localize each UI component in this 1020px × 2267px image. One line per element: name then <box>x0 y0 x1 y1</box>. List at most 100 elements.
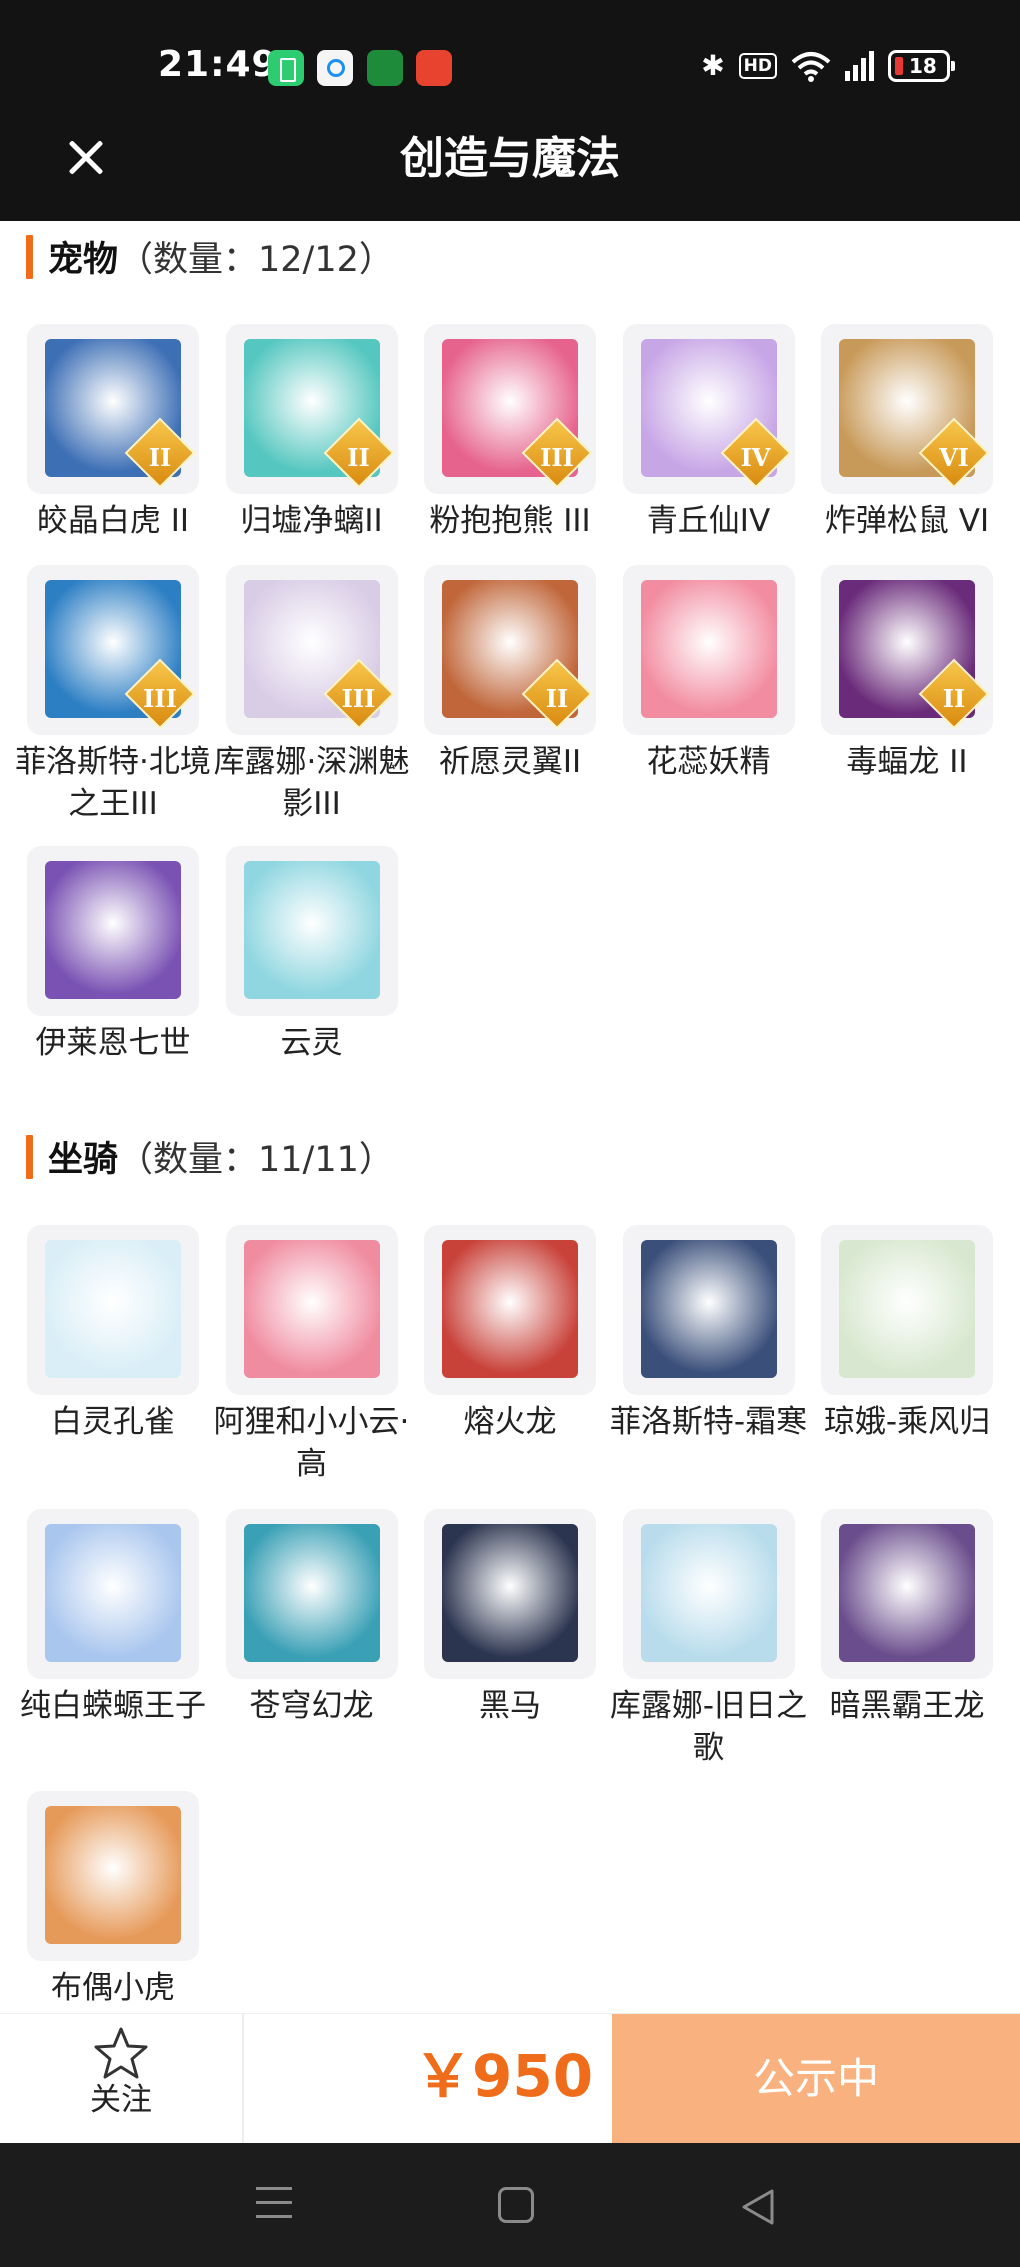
pets-count: （数量：12/12） <box>118 240 394 280</box>
mount-item[interactable]: 库露娜-旧日之歌 <box>610 1509 807 1769</box>
bluetooth-icon: ✱ <box>701 49 725 82</box>
hd-icon: HD <box>738 53 777 79</box>
rank-badge-text: II <box>347 443 370 472</box>
item-name: 熔火龙 <box>463 1404 557 1440</box>
mount-item[interactable]: 琼娥-乘风归 <box>821 1225 993 1443</box>
item-name: 阿狸和小小云·高 <box>213 1404 410 1482</box>
item-name: 炸弹松鼠 VI <box>824 503 990 539</box>
item-artwork <box>442 1240 578 1378</box>
item-artwork <box>640 580 777 718</box>
pets-section-title: 宠物 （数量：12/12） <box>26 231 394 282</box>
rank-badge-text: II <box>148 443 172 472</box>
system-nav-bar <box>0 2143 1020 2267</box>
item-artwork <box>243 861 380 999</box>
pet-item[interactable]: III 菲洛斯特·北境之王III <box>15 565 211 825</box>
pet-item[interactable]: III 库露娜·深渊魅影III <box>214 565 409 825</box>
item-name: 苍穹幻龙 <box>249 1688 374 1724</box>
pet-item[interactable]: IV 青丘仙IV <box>622 324 795 542</box>
item-artwork <box>45 1240 181 1378</box>
pet-item[interactable]: II 皎晶白虎 II <box>27 324 199 542</box>
item-thumbnail: II <box>821 565 993 735</box>
rank-badge-text: III <box>341 684 376 713</box>
pet-item[interactable]: II 归墟净螭II <box>225 324 398 542</box>
item-name: 琼娥-乘风归 <box>823 1404 991 1440</box>
mounts-title: 坐骑 <box>48 1140 119 1180</box>
oppo-app-icon <box>367 50 403 86</box>
rank-badge-text: IV <box>740 443 771 472</box>
item-name: 青丘仙IV <box>646 503 771 539</box>
mount-item[interactable]: 暗黑霸王龙 <box>821 1509 993 1727</box>
item-name: 皎晶白虎 II <box>36 503 190 539</box>
item-name: 白灵孔雀 <box>51 1404 175 1440</box>
news-app-icon <box>416 50 452 86</box>
item-thumbnail: II <box>424 565 596 735</box>
price: ￥950 <box>414 2042 594 2110</box>
mount-item[interactable]: 熔火龙 <box>424 1225 596 1443</box>
content-scroll[interactable]: 宠物 （数量：12/12） II 皎晶白虎 II II 归墟净螭II III 粉抱抱熊 I… <box>0 221 1020 2013</box>
item-name: 布偶小虎 <box>51 1970 175 2006</box>
battery-icon: 18 <box>888 50 955 82</box>
battery-level: 18 <box>909 54 937 78</box>
item-thumbnail <box>225 1225 398 1395</box>
item-thumbnail: III <box>424 324 596 494</box>
status-bar: 21:49 ✱ HD 18 <box>0 0 1020 115</box>
item-thumbnail: IV <box>622 324 795 494</box>
home-icon[interactable] <box>498 2187 534 2223</box>
back-icon[interactable] <box>740 2187 776 2227</box>
item-name: 毒蝠龙 II <box>846 744 968 780</box>
pet-item[interactable]: VI 炸弹松鼠 VI <box>821 324 993 542</box>
pets-title: 宠物 <box>48 240 119 280</box>
battery-app-icon <box>268 50 304 86</box>
item-artwork <box>442 1524 578 1662</box>
mount-item[interactable]: 白灵孔雀 <box>27 1225 199 1443</box>
item-thumbnail: III <box>27 565 199 735</box>
item-thumbnail <box>821 1225 993 1395</box>
item-name: 库露娜·深渊魅影III <box>213 744 410 822</box>
pet-item[interactable]: 伊莱恩七世 <box>27 846 199 1064</box>
pet-item[interactable]: III 粉抱抱熊 III <box>424 324 596 542</box>
search-app-icon <box>317 50 353 86</box>
follow-button[interactable]: 关注 <box>58 2026 184 2134</box>
mounts-section-title: 坐骑 （数量：11/11） <box>26 1131 394 1182</box>
mount-item[interactable]: 菲洛斯特-霜寒 <box>610 1225 807 1443</box>
header: 创造与魔法 <box>0 115 1020 221</box>
mount-item[interactable]: 苍穹幻龙 <box>225 1509 398 1727</box>
item-thumbnail <box>27 1509 199 1679</box>
pet-item[interactable]: II 毒蝠龙 II <box>821 565 993 783</box>
mount-item[interactable]: 阿狸和小小云·高 <box>214 1225 409 1485</box>
mount-item[interactable]: 纯白蝾螈王子 <box>20 1509 206 1727</box>
item-thumbnail <box>424 1225 596 1395</box>
item-artwork <box>243 1240 380 1378</box>
item-name: 纯白蝾螈王子 <box>20 1688 206 1724</box>
item-thumbnail <box>27 1225 199 1395</box>
menu-icon[interactable] <box>256 2187 292 2223</box>
item-thumbnail <box>424 1509 596 1679</box>
item-name: 库露娜-旧日之歌 <box>609 1688 808 1766</box>
item-artwork <box>640 1524 777 1662</box>
item-thumbnail: II <box>225 324 398 494</box>
item-artwork <box>839 1240 975 1378</box>
status-icons: ✱ HD 18 <box>701 48 955 84</box>
rank-badge-text: III <box>540 443 574 472</box>
mounts-grid: 白灵孔雀 阿狸和小小云·高 熔火龙 菲洛斯特-霜寒 琼娥-乘风归纯白蝾螈王子 苍穹幻龙 黑马… <box>20 1225 993 2013</box>
rank-badge-text: VI <box>939 443 969 472</box>
public-notice-button[interactable]: 公示中 <box>612 2014 1020 2144</box>
bottom-bar: 关注 ￥950 公示中 <box>0 2013 1020 2144</box>
item-thumbnail: II <box>27 324 199 494</box>
item-thumbnail <box>821 1509 993 1679</box>
item-name: 云灵 <box>280 1025 343 1061</box>
item-artwork <box>45 861 181 999</box>
rank-badge-text: III <box>143 684 177 713</box>
section-accent-bar <box>26 234 33 279</box>
item-thumbnail <box>622 565 795 735</box>
item-name: 菲洛斯特-霜寒 <box>609 1404 808 1440</box>
page-title: 创造与魔法 <box>400 133 620 184</box>
item-thumbnail <box>622 1225 795 1395</box>
mount-item[interactable]: 黑马 <box>424 1509 596 1727</box>
mounts-count: （数量：11/11） <box>118 1140 394 1180</box>
mount-item[interactable]: 布偶小虎 <box>27 1791 199 2009</box>
pet-item[interactable]: 花蕊妖精 <box>622 565 795 783</box>
pet-item[interactable]: 云灵 <box>225 846 398 1064</box>
item-thumbnail <box>27 1791 199 1961</box>
pet-item[interactable]: II 祈愿灵翼II <box>424 565 596 783</box>
